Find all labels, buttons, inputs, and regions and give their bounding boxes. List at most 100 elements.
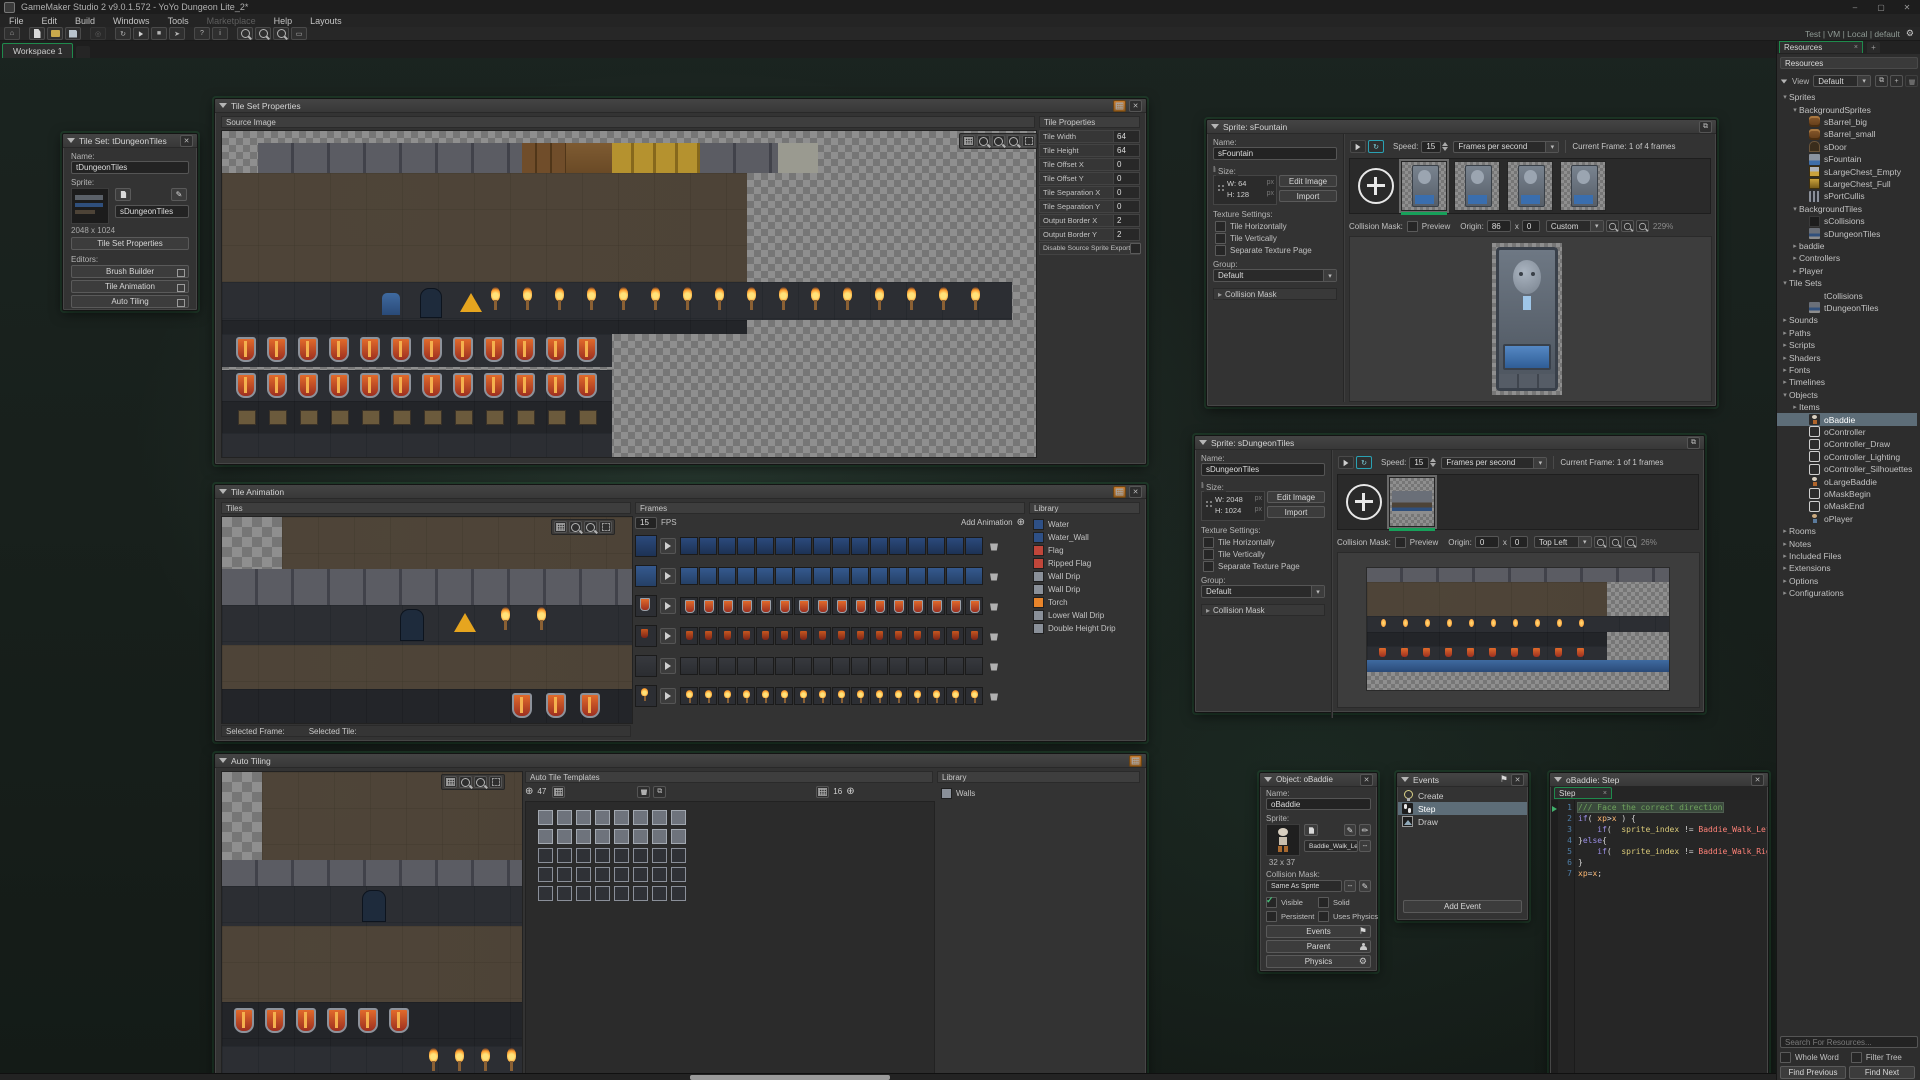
expand-icon[interactable] [599, 521, 612, 533]
tree-arrow-icon[interactable]: ▸ [1781, 354, 1789, 362]
close-icon[interactable]: ✕ [1511, 774, 1524, 786]
tree-item-scripts[interactable]: ▸Scripts [1777, 339, 1917, 351]
tile-property-value[interactable]: 0 [1113, 173, 1139, 184]
zoom-icon[interactable] [1621, 220, 1634, 232]
tree-arrow-icon[interactable]: ▸ [1781, 564, 1789, 572]
delete-animation-icon[interactable] [990, 602, 998, 611]
frame-cell[interactable] [680, 567, 698, 585]
up-arrow[interactable] [1430, 458, 1436, 462]
menu-windows[interactable]: Windows [104, 16, 159, 26]
close-icon[interactable]: ✕ [1129, 486, 1142, 498]
checkbox-box[interactable] [1203, 537, 1214, 548]
tree-item-ocontroller_lighting[interactable]: oController_Lighting [1777, 451, 1917, 463]
frame-cell[interactable] [965, 657, 983, 675]
close-icon[interactable]: ✕ [1360, 774, 1373, 786]
zoom-icon[interactable] [1609, 536, 1622, 548]
sprite-name-input[interactable]: sDungeonTiles [1201, 463, 1325, 476]
template-cell[interactable] [671, 829, 686, 844]
frame-cell[interactable] [946, 567, 964, 585]
frame-cell[interactable] [832, 627, 850, 645]
tree-arrow-icon[interactable]: ▸ [1781, 527, 1789, 535]
tile-property-value[interactable]: 0 [1113, 201, 1139, 212]
tree-arrow-icon[interactable]: ▸ [1791, 403, 1799, 411]
tree-item-sdoor[interactable]: sDoor [1777, 141, 1917, 153]
frame-cell[interactable] [870, 597, 888, 615]
add-frame-icon[interactable] [1346, 484, 1382, 520]
frame-cell[interactable] [851, 567, 869, 585]
speed-stepper[interactable] [1430, 458, 1436, 467]
target-gear-icon[interactable]: ⚙ [1906, 29, 1914, 38]
tree-item-options[interactable]: ▸Options [1777, 575, 1917, 587]
up-arrow[interactable] [1442, 142, 1448, 146]
sprite-name-input[interactable]: sFountain [1213, 147, 1337, 160]
frame-cell[interactable] [794, 627, 812, 645]
frame-cell[interactable] [718, 567, 736, 585]
preview-checkbox[interactable] [1395, 537, 1406, 548]
animation-row[interactable] [635, 592, 1025, 620]
add-tab-button[interactable]: + [1867, 42, 1880, 53]
tree-item-included-files[interactable]: ▸Included Files [1777, 550, 1917, 562]
frame-cell[interactable] [965, 597, 983, 615]
tree-item-olargebaddie[interactable]: oLargeBaddie [1777, 475, 1917, 487]
help-icon[interactable]: ? [194, 27, 210, 40]
template-cell[interactable] [614, 829, 629, 844]
origin-mode-dropdown[interactable]: Top Left▾ [1534, 536, 1592, 548]
frame-cell[interactable] [832, 567, 850, 585]
template-cell[interactable] [633, 848, 648, 863]
texture-option-1[interactable]: Tile Vertically [1215, 233, 1277, 243]
clean-icon[interactable]: ↻ [115, 27, 131, 40]
event-step[interactable]: Step [1398, 802, 1527, 815]
frame-cell[interactable] [870, 567, 888, 585]
frame-cell[interactable] [832, 537, 850, 555]
template-cell[interactable] [614, 867, 629, 882]
tree-arrow-icon[interactable]: ▾ [1791, 106, 1799, 114]
tileset-properties-button[interactable]: Tile Set Properties [71, 237, 189, 250]
preview-checkbox[interactable] [1407, 221, 1418, 232]
stop-icon[interactable]: ■ [151, 27, 167, 40]
tree-item-paths[interactable]: ▸Paths [1777, 327, 1917, 339]
frame-cell[interactable] [775, 537, 793, 555]
template-cell[interactable] [595, 867, 610, 882]
tree-item-omaskbegin[interactable]: oMaskBegin [1777, 488, 1917, 500]
origin-mode-dropdown[interactable]: Custom▾ [1546, 220, 1604, 232]
target-info-text[interactable]: Test | VM | Local | default [1805, 29, 1900, 39]
expand-icon[interactable] [1022, 135, 1035, 147]
library-item[interactable]: Flag [1033, 544, 1138, 556]
source-image-canvas[interactable] [221, 130, 1037, 458]
find-previous-button[interactable]: Find Previous [1780, 1066, 1846, 1079]
zoom-icon[interactable] [1636, 220, 1649, 232]
grid-size-icon[interactable] [816, 786, 829, 798]
zoom-reset-icon[interactable] [273, 27, 289, 40]
frame-cell[interactable] [965, 687, 983, 705]
tiles-canvas[interactable] [221, 516, 633, 724]
delete-resource-icon[interactable] [1905, 75, 1918, 87]
frame-cell[interactable] [718, 597, 736, 615]
frame-cell[interactable] [756, 567, 774, 585]
tileset-float-header[interactable]: Tile Set: tDungeonTiles ✕ [63, 134, 197, 148]
tab-step[interactable]: Step × [1554, 787, 1612, 799]
close-icon[interactable]: ✕ [1751, 774, 1764, 786]
tree-item-objects[interactable]: ▾Objects [1777, 389, 1917, 401]
template-cell[interactable] [576, 848, 591, 863]
collision-mask-dropdown[interactable]: Same As Sprite [1266, 880, 1342, 892]
sprite-more-button[interactable]: -- [1359, 840, 1371, 852]
tree-arrow-icon[interactable]: ▸ [1781, 366, 1789, 374]
template-cell[interactable] [538, 810, 553, 825]
filter-tree-checkbox[interactable] [1851, 1052, 1862, 1063]
checkbox-box[interactable] [1215, 245, 1226, 256]
loop-button[interactable]: ↻ [1356, 456, 1372, 469]
tab-close-icon[interactable]: × [1603, 790, 1607, 797]
frame-cell[interactable] [832, 657, 850, 675]
grid-icon[interactable] [962, 135, 975, 147]
import-button[interactable]: Import [1279, 190, 1337, 202]
down-arrow[interactable] [1430, 463, 1436, 467]
animation-row[interactable] [635, 562, 1025, 590]
frame-cell[interactable] [927, 627, 945, 645]
dock-icon[interactable] [1129, 755, 1142, 767]
frame-cell[interactable] [870, 687, 888, 705]
template-cell[interactable] [595, 829, 610, 844]
code-editor-header[interactable]: oBaddie: Step ✕ [1550, 773, 1768, 787]
frame-cell[interactable] [756, 597, 774, 615]
object-physics-button[interactable]: Physics⚙ [1266, 955, 1371, 968]
menu-edit[interactable]: Edit [33, 16, 67, 26]
